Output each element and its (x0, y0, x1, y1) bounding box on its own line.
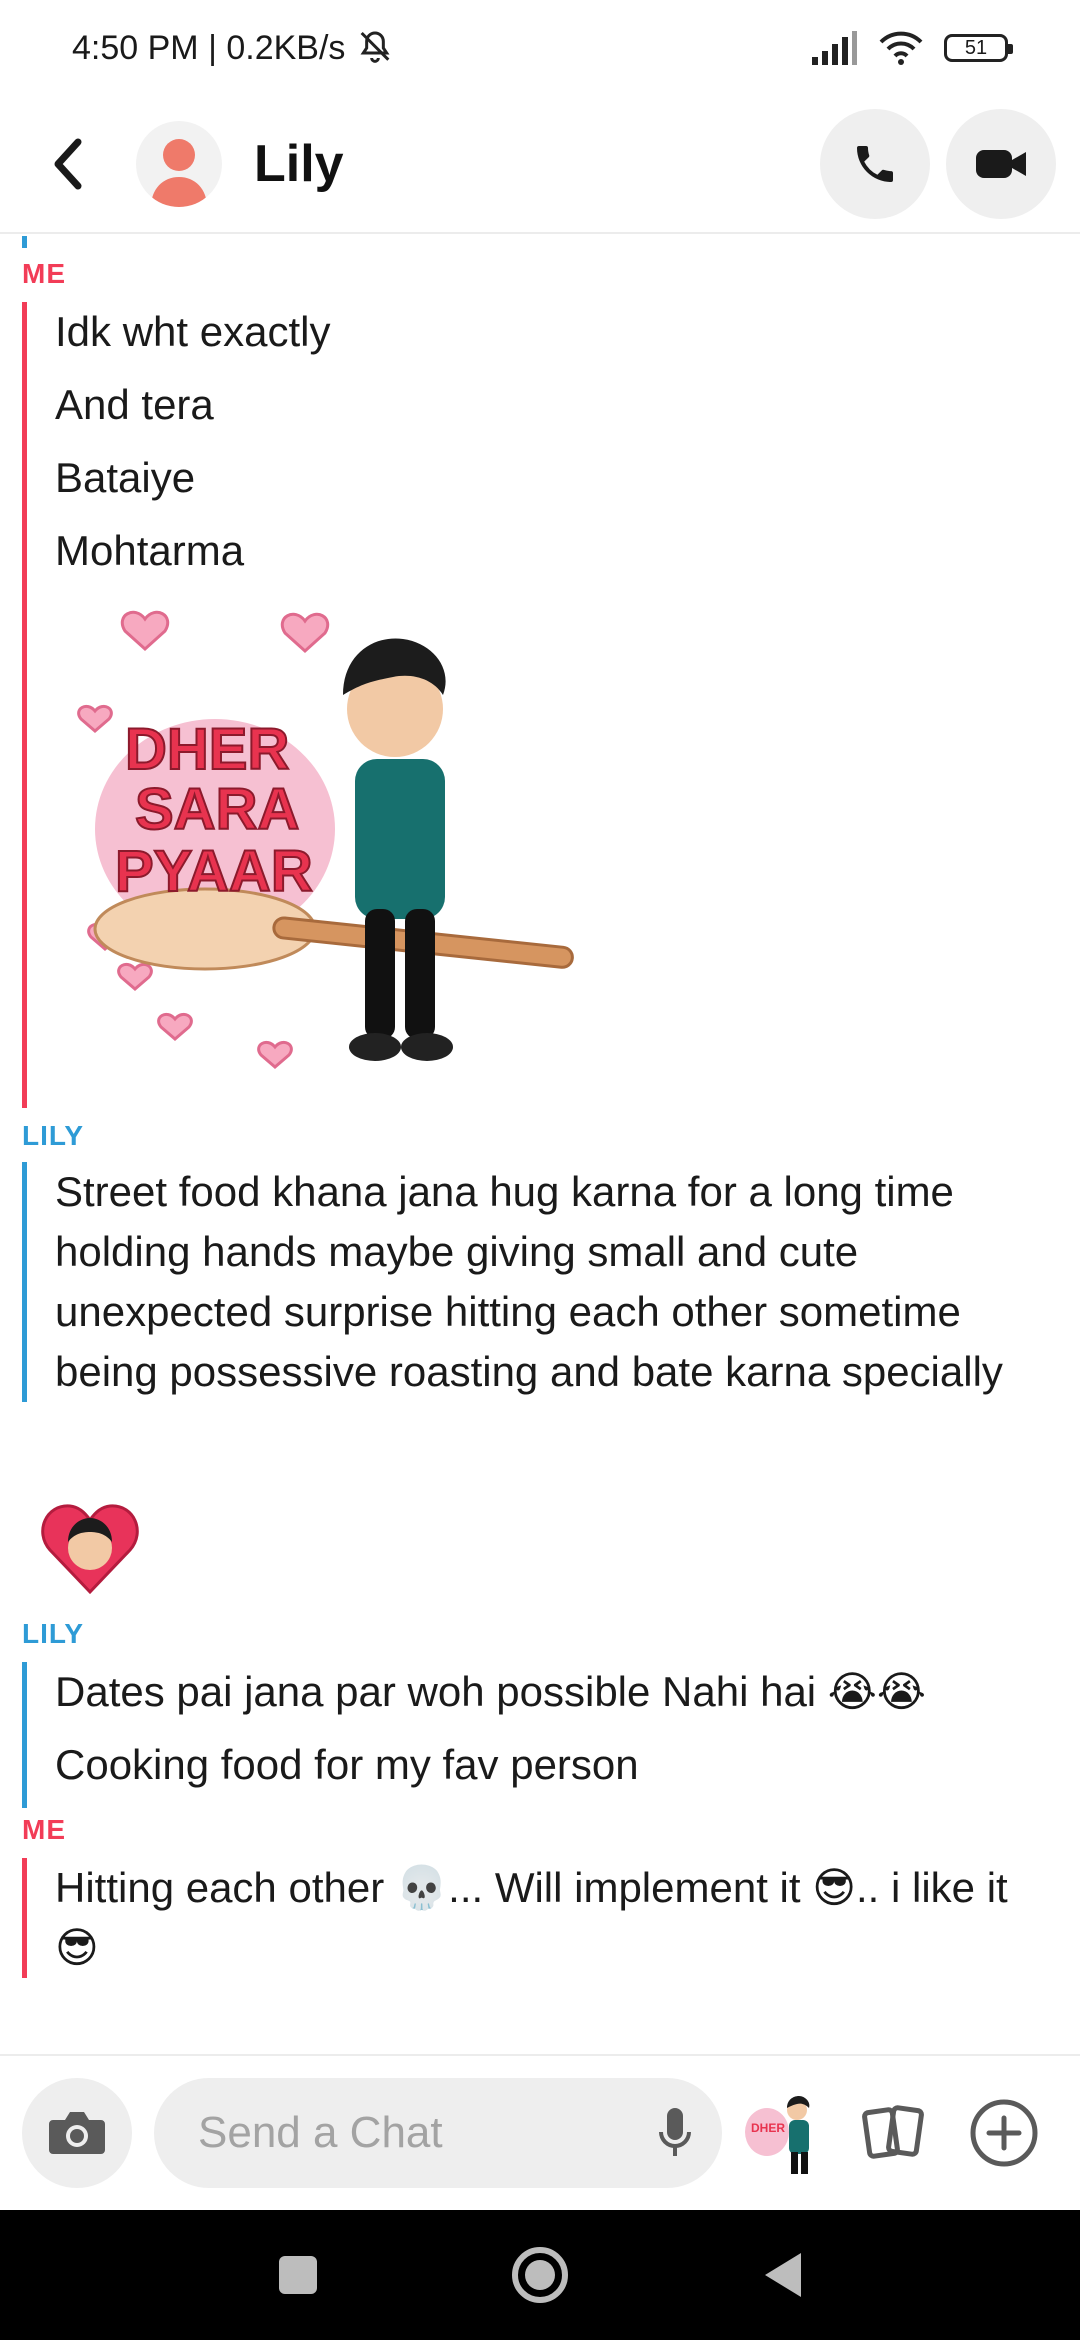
sender-label-me: ME (22, 1814, 66, 1845)
call-icon (857, 146, 893, 182)
back-button[interactable] (28, 124, 108, 204)
bitmoji-reaction[interactable] (40, 1498, 140, 1598)
camera-button[interactable] (22, 2078, 132, 2188)
avatar[interactable] (136, 121, 222, 207)
mic-icon[interactable] (658, 2106, 692, 2160)
message[interactable]: Bataiye (55, 448, 1062, 508)
svg-text:PYAAR: PYAAR (115, 839, 313, 904)
message[interactable]: Idk wht exactly (55, 302, 1062, 362)
chat-header: Lily (0, 96, 1080, 234)
divider (22, 236, 27, 248)
chat-thread: ME Idk wht exactly And tera Bataiye Moht… (0, 236, 1080, 2054)
status-bar: 4:50 PM | 0.2KB/s 51 (0, 0, 1080, 96)
bitmoji-button[interactable]: DHER (736, 2085, 832, 2181)
svg-text:SARA: SARA (135, 777, 299, 842)
bitmoji-sticker-icon: DHER (745, 2096, 810, 2174)
heart-bitmoji-icon (41, 1504, 139, 1595)
message[interactable]: Mohtarma (55, 521, 1062, 581)
cards-icon (862, 2105, 924, 2159)
sender-label-lily: LILY (22, 1618, 85, 1649)
sticker-text: DHER (125, 717, 289, 782)
message-group-me: Idk wht exactly And tera Bataiye Mohtarm… (22, 302, 1062, 1108)
message[interactable]: Dates pai jana par woh possible Nahi hai… (55, 1662, 1062, 1722)
message[interactable]: Street food khana jana hug karna for a l… (55, 1162, 1062, 1402)
chat-input[interactable] (154, 2078, 722, 2188)
chat-input-bar: DHER (0, 2054, 1080, 2210)
battery-level: 51 (964, 36, 988, 59)
sender-label-lily: LILY (22, 1120, 85, 1151)
more-button[interactable] (956, 2085, 1052, 2181)
mute-icon (360, 31, 390, 63)
status-time: 4:50 PM | 0.2KB/s (72, 28, 346, 67)
back-icon (54, 138, 82, 190)
video-call-button[interactable] (946, 109, 1056, 219)
video-icon (976, 150, 1026, 178)
message[interactable]: Hitting each other 💀... Will implement i… (55, 1858, 1062, 1978)
bitmoji-sticker[interactable]: DHER SARA PYAAR (55, 599, 1062, 1099)
sticker-image: DHER SARA PYAAR (77, 610, 574, 1069)
svg-text:DHER: DHER (751, 2121, 785, 2135)
contact-name[interactable]: Lily (254, 134, 820, 194)
cards-button[interactable] (846, 2085, 942, 2181)
signal-icon (812, 31, 857, 65)
wifi-icon (879, 31, 923, 65)
message[interactable]: And tera (55, 375, 1062, 435)
message-group-me: Hitting each other 💀... Will implement i… (22, 1858, 1062, 1978)
message-group-lily: Street food khana jana hug karna for a l… (22, 1162, 1062, 1402)
battery-indicator: 51 (944, 34, 1013, 62)
nav-back-icon[interactable] (759, 2249, 805, 2301)
recents-icon[interactable] (275, 2252, 321, 2298)
message[interactable]: Cooking food for my fav person (55, 1735, 1062, 1795)
plus-icon (970, 2099, 1038, 2167)
avatar-silhouette-icon (151, 139, 207, 207)
system-nav-bar (0, 2210, 1080, 2340)
message-group-lily: Dates pai jana par woh possible Nahi hai… (22, 1662, 1062, 1808)
sender-label-me: ME (22, 258, 66, 289)
camera-icon (49, 2112, 105, 2154)
chat-text-field[interactable] (198, 2108, 618, 2158)
voice-call-button[interactable] (820, 109, 930, 219)
home-icon[interactable] (510, 2245, 570, 2305)
